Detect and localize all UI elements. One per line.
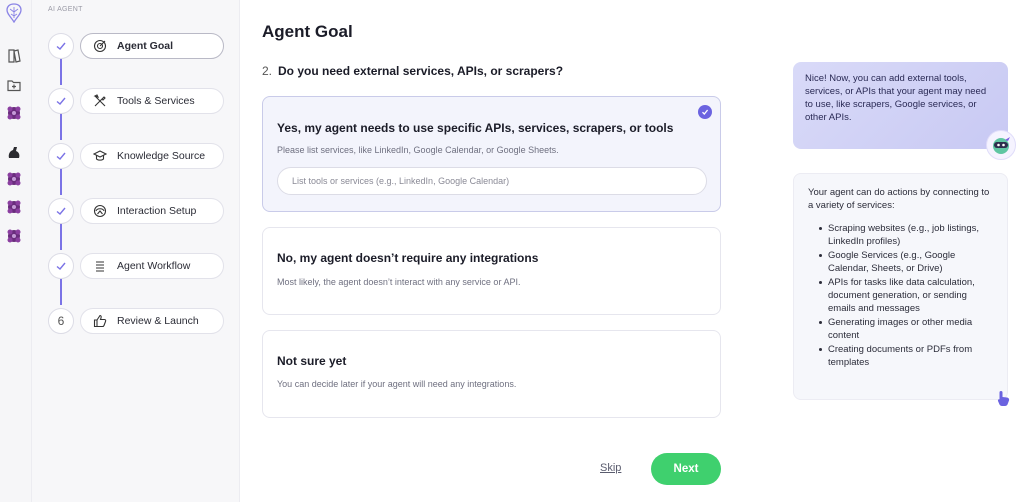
- step-connector: [60, 223, 62, 250]
- agent-purple-icon[interactable]: [5, 198, 23, 216]
- check-icon: [56, 42, 66, 50]
- tools-services-input[interactable]: [277, 167, 707, 195]
- step-label: Tools & Services: [117, 95, 195, 107]
- step-tools-services[interactable]: Tools & Services: [80, 88, 224, 114]
- step-label: Interaction Setup: [117, 205, 197, 217]
- next-button[interactable]: Next: [651, 453, 721, 485]
- list-icon: [96, 261, 104, 272]
- book-icon[interactable]: [5, 47, 23, 65]
- agent-purple-icon[interactable]: [5, 227, 23, 245]
- check-icon: [56, 97, 66, 105]
- assistant-avatar: [986, 130, 1016, 160]
- arm-icon[interactable]: [5, 143, 23, 161]
- option-not-sure[interactable]: Not sure yet You can decide later if you…: [262, 330, 721, 418]
- step-knowledge-source[interactable]: Knowledge Source: [80, 143, 224, 169]
- graduation-cap-icon: [93, 150, 107, 161]
- step-check-circle: [48, 88, 74, 114]
- assistant-info-card: Your agent can do actions by connecting …: [793, 173, 1008, 400]
- check-icon: [56, 152, 66, 160]
- info-list-item: APIs for tasks like data calculation, do…: [808, 276, 995, 315]
- step-connector: [60, 168, 62, 195]
- step-check-circle: [48, 253, 74, 279]
- wizard-stepper: AI AGENT Agent Goal Tools & Services Kno…: [32, 0, 240, 502]
- brain-logo-icon[interactable]: [5, 3, 23, 23]
- tools-icon: [93, 94, 106, 107]
- info-list-item: Generating images or other media content: [808, 316, 995, 342]
- check-icon: [56, 207, 66, 215]
- step-label: Review & Launch: [117, 315, 199, 327]
- folder-add-icon[interactable]: [5, 76, 23, 94]
- ninja-avatar-icon: [993, 137, 1010, 154]
- step-agent-workflow[interactable]: Agent Workflow: [80, 253, 224, 279]
- question-text: Do you need external services, APIs, or …: [278, 64, 564, 78]
- assistant-message-text: Nice! Now, you can add external tools, s…: [805, 73, 987, 123]
- option-no-integrations[interactable]: No, my agent doesn’t require any integra…: [262, 227, 721, 315]
- question-number: 2.: [262, 64, 273, 78]
- check-icon: [702, 109, 709, 115]
- page-title: Agent Goal: [262, 22, 353, 41]
- info-intro: Your agent can do actions by connecting …: [808, 187, 990, 211]
- step-connector: [60, 278, 62, 305]
- step-interaction-setup[interactable]: Interaction Setup: [80, 198, 224, 224]
- option-description: Most likely, the agent doesn’t interact …: [277, 277, 521, 287]
- step-connector: [60, 113, 62, 140]
- step-check-circle: [48, 198, 74, 224]
- cycle-icon: [93, 204, 107, 218]
- info-list: Scraping websites (e.g., job listings, L…: [808, 222, 995, 369]
- step-label: Agent Workflow: [117, 260, 191, 272]
- step-connector: [60, 58, 62, 85]
- agent-purple-icon[interactable]: [5, 170, 23, 188]
- option-title: Yes, my agent needs to use specific APIs…: [277, 121, 674, 135]
- step-agent-goal[interactable]: Agent Goal: [80, 33, 224, 59]
- check-icon: [56, 262, 66, 270]
- option-title: No, my agent doesn’t require any integra…: [277, 251, 539, 265]
- option-title: Not sure yet: [277, 354, 347, 368]
- step-label: Agent Goal: [117, 40, 174, 52]
- info-list-item: Google Services (e.g., Google Calendar, …: [808, 249, 995, 275]
- option-yes-needs-apis[interactable]: Yes, my agent needs to use specific APIs…: [262, 96, 721, 212]
- section-label: AI AGENT: [48, 6, 83, 13]
- option-description: You can decide later if your agent will …: [277, 379, 517, 389]
- selected-check-badge: [698, 105, 712, 119]
- assistant-message-bubble: Nice! Now, you can add external tools, s…: [793, 62, 1008, 149]
- app-icon-rail: [0, 0, 32, 502]
- pointing-hand-icon: [994, 388, 1014, 408]
- step-number-circle: 6: [48, 308, 74, 334]
- thumbs-up-icon: [93, 314, 107, 328]
- info-list-item: Creating documents or PDFs from template…: [808, 343, 995, 369]
- question-heading: 2. Do you need external services, APIs, o…: [262, 64, 563, 78]
- step-label: Knowledge Source: [117, 150, 206, 162]
- target-icon: [93, 39, 107, 53]
- agent-purple-icon[interactable]: [5, 104, 23, 122]
- step-check-circle: [48, 33, 74, 59]
- step-review-launch[interactable]: Review & Launch: [80, 308, 224, 334]
- option-description: Please list services, like LinkedIn, Goo…: [277, 145, 559, 155]
- step-number: 6: [57, 314, 65, 328]
- skip-link[interactable]: Skip: [600, 462, 621, 474]
- info-list-item: Scraping websites (e.g., job listings, L…: [808, 222, 995, 248]
- step-check-circle: [48, 143, 74, 169]
